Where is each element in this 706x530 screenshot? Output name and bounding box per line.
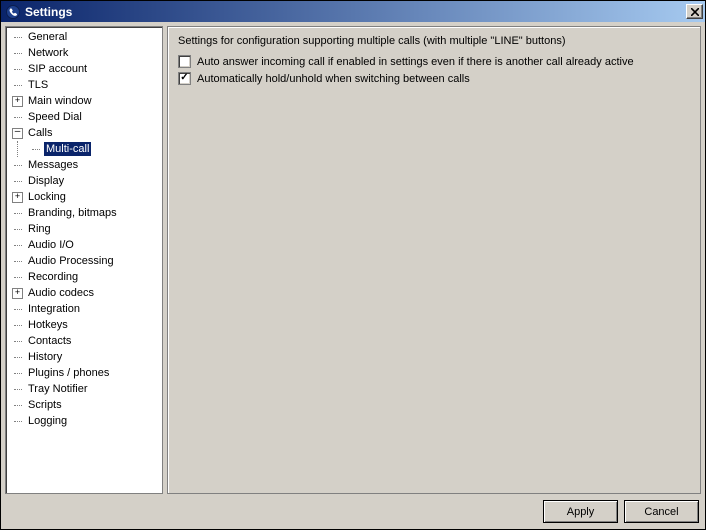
cancel-button[interactable]: Cancel — [624, 500, 699, 523]
tree-item[interactable]: Ring — [8, 221, 162, 237]
tree-item-label[interactable]: Branding, bitmaps — [26, 206, 119, 220]
tree-item-label[interactable]: Plugins / phones — [26, 366, 111, 380]
tree-item-label[interactable]: Messages — [26, 158, 80, 172]
tree-branch-icon — [8, 381, 26, 397]
settings-tree[interactable]: General Network SIP account TLS Main window S… — [5, 26, 163, 494]
option-row: Automatically hold/unhold when switching… — [178, 72, 690, 85]
tree-branch-icon — [8, 397, 26, 413]
tree-item-label[interactable]: Audio codecs — [26, 286, 96, 300]
tree-branch-icon — [8, 221, 26, 237]
tree-item[interactable]: Integration — [8, 301, 162, 317]
apply-button[interactable]: Apply — [543, 500, 618, 523]
tree-item-label[interactable]: SIP account — [26, 62, 89, 76]
tree-branch-icon — [8, 157, 26, 173]
option-label: Auto answer incoming call if enabled in … — [197, 56, 634, 68]
tree-item[interactable]: Scripts — [8, 397, 162, 413]
close-icon — [691, 8, 699, 16]
tree-item[interactable]: Audio I/O — [8, 237, 162, 253]
tree-expand-icon[interactable] — [8, 189, 26, 205]
tree-item-label[interactable]: History — [26, 350, 64, 364]
option-row: Auto answer incoming call if enabled in … — [178, 55, 690, 68]
tree-item[interactable]: Plugins / phones — [8, 365, 162, 381]
tree-item[interactable]: Main window — [8, 93, 162, 109]
option-checkbox[interactable] — [178, 72, 191, 85]
tree-branch-icon — [8, 413, 26, 429]
tree-item[interactable]: Network — [8, 45, 162, 61]
tree-branch-icon — [8, 109, 26, 125]
tree-item-label[interactable]: Tray Notifier — [26, 382, 90, 396]
tree-expand-icon[interactable] — [8, 93, 26, 109]
tree-branch-icon — [8, 253, 26, 269]
tree-item[interactable]: Multi-call — [8, 141, 162, 157]
tree-expand-icon[interactable] — [8, 285, 26, 301]
tree-item-label[interactable]: Recording — [26, 270, 80, 284]
tree-item[interactable]: Tray Notifier — [8, 381, 162, 397]
button-bar: Apply Cancel — [5, 498, 701, 525]
tree-item[interactable]: Speed Dial — [8, 109, 162, 125]
tree-collapse-icon[interactable] — [8, 125, 26, 141]
tree-branch-icon — [8, 349, 26, 365]
tree-item-label[interactable]: Integration — [26, 302, 82, 316]
tree-item-label[interactable]: Hotkeys — [26, 318, 70, 332]
option-label: Automatically hold/unhold when switching… — [197, 73, 470, 85]
tree-branch-icon — [8, 205, 26, 221]
tree-item-label[interactable]: TLS — [26, 78, 50, 92]
app-icon — [5, 4, 21, 20]
tree-item-label[interactable]: Multi-call — [44, 142, 91, 156]
tree-branch-icon — [8, 317, 26, 333]
tree-item-label[interactable]: Locking — [26, 190, 68, 204]
tree-item-label[interactable]: Scripts — [26, 398, 64, 412]
tree-item-label[interactable]: General — [26, 30, 69, 44]
tree-item[interactable]: TLS — [8, 77, 162, 93]
tree-item-label[interactable]: Audio Processing — [26, 254, 116, 268]
tree-branch-icon — [8, 45, 26, 61]
tree-item[interactable]: General — [8, 29, 162, 45]
tree-branch-icon — [8, 301, 26, 317]
tree-item[interactable]: Contacts — [8, 333, 162, 349]
tree-item-label[interactable]: Calls — [26, 126, 54, 140]
tree-branch-icon — [8, 333, 26, 349]
tree-branch-icon — [8, 77, 26, 93]
tree-indent-line — [8, 141, 26, 157]
tree-item-label[interactable]: Contacts — [26, 334, 73, 348]
tree-branch-icon — [8, 173, 26, 189]
tree-item[interactable]: Locking — [8, 189, 162, 205]
tree-item[interactable]: Logging — [8, 413, 162, 429]
tree-branch-icon — [8, 269, 26, 285]
titlebar: Settings — [1, 1, 705, 22]
tree-branch-icon — [8, 29, 26, 45]
client-area: General Network SIP account TLS Main window S… — [1, 22, 705, 529]
content-subtitle: Settings for configuration supporting mu… — [178, 35, 690, 47]
close-button[interactable] — [686, 4, 703, 19]
tree-item[interactable]: Hotkeys — [8, 317, 162, 333]
tree-branch-icon — [8, 237, 26, 253]
tree-item[interactable]: Calls — [8, 125, 162, 141]
option-checkbox[interactable] — [178, 55, 191, 68]
tree-item-label[interactable]: Ring — [26, 222, 53, 236]
tree-item[interactable]: Messages — [8, 157, 162, 173]
tree-item-label[interactable]: Network — [26, 46, 70, 60]
tree-item-label[interactable]: Logging — [26, 414, 69, 428]
tree-item[interactable]: Audio codecs — [8, 285, 162, 301]
tree-item[interactable]: Branding, bitmaps — [8, 205, 162, 221]
settings-window: Settings General Network SIP account TLS Mai… — [0, 0, 706, 530]
tree-branch-icon — [8, 365, 26, 381]
tree-branch-icon — [26, 141, 44, 157]
tree-item-label[interactable]: Audio I/O — [26, 238, 76, 252]
window-title: Settings — [25, 5, 686, 19]
tree-item-label[interactable]: Speed Dial — [26, 110, 84, 124]
tree-item[interactable]: History — [8, 349, 162, 365]
tree-item[interactable]: Display — [8, 173, 162, 189]
tree-item[interactable]: Audio Processing — [8, 253, 162, 269]
tree-item-label[interactable]: Display — [26, 174, 66, 188]
tree-branch-icon — [8, 61, 26, 77]
settings-content: Settings for configuration supporting mu… — [167, 26, 701, 494]
tree-item[interactable]: Recording — [8, 269, 162, 285]
tree-item[interactable]: SIP account — [8, 61, 162, 77]
panes: General Network SIP account TLS Main window S… — [5, 26, 701, 494]
tree-item-label[interactable]: Main window — [26, 94, 94, 108]
